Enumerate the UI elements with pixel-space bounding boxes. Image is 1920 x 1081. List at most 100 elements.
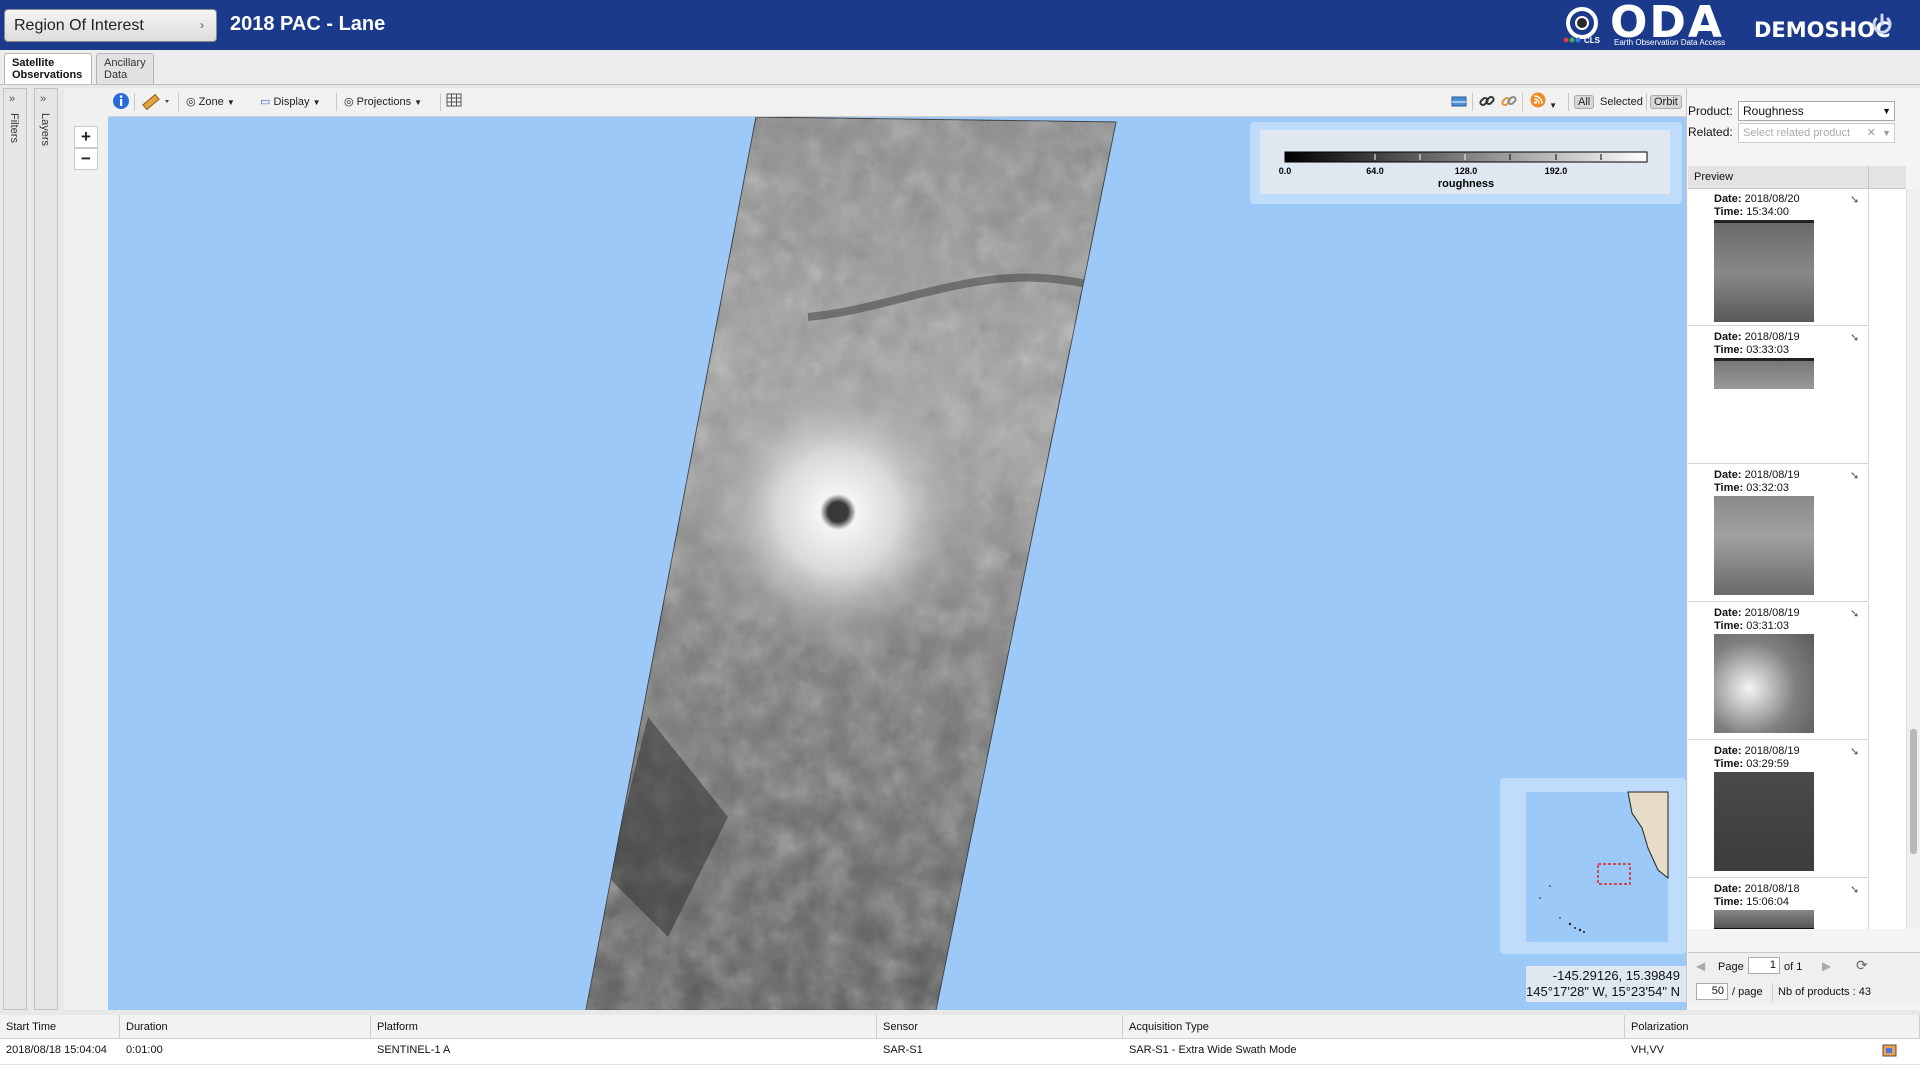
coords-decimal: -145.29126, 15.39849 [1552, 968, 1680, 983]
locate-icon[interactable]: ➘ [1850, 607, 1859, 620]
sar-swath-image [585, 117, 1117, 1010]
locate-icon[interactable]: ➘ [1850, 883, 1859, 896]
satellite-icon[interactable] [1450, 92, 1468, 112]
date-label: Date: [1714, 193, 1742, 205]
refresh-icon[interactable]: ⟳ [1856, 957, 1868, 974]
layers-panel[interactable]: » Layers [34, 88, 58, 1010]
list-item[interactable]: Date: 2018/08/19 Time: 03:31:03 ➘ [1688, 603, 1869, 740]
rss-menu[interactable]: ▼ [1530, 92, 1557, 112]
expand-icon[interactable]: » [40, 93, 46, 105]
preview-thumbnail[interactable] [1714, 358, 1814, 389]
oda-logo-subtitle: Earth Observation Data Access [1614, 38, 1726, 47]
tab-ancillary-data[interactable]: Ancillary Data [96, 53, 154, 84]
list-item[interactable]: Date: 2018/08/19 Time: 03:29:59 ➘ [1688, 741, 1869, 878]
chevron-down-icon: ▼ [1549, 101, 1557, 110]
preview-time: 03:32:03 [1746, 482, 1790, 494]
clear-icon[interactable]: ✕ [1867, 124, 1876, 142]
preview-time: 15:34:00 [1746, 206, 1790, 218]
product-select[interactable]: Roughness ▼ [1738, 101, 1895, 121]
expand-icon[interactable]: » [9, 93, 15, 105]
preview-thumbnail[interactable] [1714, 220, 1814, 322]
measure-icon[interactable] [142, 92, 172, 112]
roi-label: Region Of Interest [14, 17, 144, 34]
oda-logo: ODA Earth Observation Data Access [1608, 0, 1748, 48]
preview-list[interactable]: Date: 2018/08/20 Time: 15:34:00 ➘ Date: 2… [1688, 189, 1906, 929]
zone-menu[interactable]: ◎ Zone ▼ [186, 92, 235, 112]
layers-label: Layers [39, 113, 51, 147]
preview-thumbnail[interactable] [1714, 634, 1814, 733]
tab-satellite-observations[interactable]: Satellite Observations [4, 53, 92, 84]
column-header-acquisition-type[interactable]: Acquisition Type [1123, 1015, 1625, 1039]
preview-date: 2018/08/19 [1744, 745, 1800, 757]
related-product-select[interactable]: Select related product ✕ ▼ [1738, 123, 1895, 143]
column-header-duration[interactable]: Duration [120, 1015, 371, 1039]
preview-column-header[interactable]: Preview [1688, 166, 1906, 189]
related-label: Related: [1688, 125, 1733, 139]
zone-label: Zone [198, 96, 224, 108]
display-menu[interactable]: ▭ Display ▼ [260, 92, 321, 112]
globe-icon: ◎ [344, 96, 354, 108]
preview-thumbnail[interactable] [1714, 910, 1814, 929]
date-label: Date: [1714, 607, 1742, 619]
list-item[interactable]: Date: 2018/08/19 Time: 03:33:03 ➘ [1688, 327, 1869, 464]
legend-tick-label: 128.0 [1455, 166, 1478, 176]
preview-date: 2018/08/20 [1744, 193, 1800, 205]
tab-bar [0, 50, 1920, 85]
page-input[interactable]: 1 [1748, 957, 1780, 974]
column-header-start-time[interactable]: Start Time [0, 1015, 120, 1039]
next-page-icon[interactable]: ▶ [1822, 959, 1831, 973]
preview-thumbnail[interactable] [1714, 772, 1814, 871]
preview-time: 03:31:03 [1746, 620, 1790, 632]
preview-scrollbar[interactable] [1906, 189, 1920, 929]
preview-thumbnail[interactable] [1714, 496, 1814, 595]
link-icon[interactable] [1478, 92, 1496, 112]
scrollbar-thumb[interactable] [1910, 729, 1917, 854]
list-item[interactable]: Date: 2018/08/18 Time: 15:06:04 ➘ [1688, 879, 1869, 929]
per-page-label: / page [1732, 986, 1763, 998]
column-header-sensor[interactable]: Sensor [877, 1015, 1123, 1039]
orbit-button[interactable]: Orbit [1650, 92, 1682, 112]
info-icon[interactable] [112, 92, 130, 112]
unlink-icon[interactable] [1500, 92, 1518, 112]
filter-selected-label: Selected [1600, 96, 1643, 108]
monitor-icon: ▭ [260, 96, 271, 108]
per-page-input[interactable]: 50 [1696, 983, 1728, 1000]
quicklook-icon[interactable] [1882, 1043, 1898, 1062]
list-item[interactable]: Date: 2018/08/20 Time: 15:34:00 ➘ [1688, 189, 1869, 326]
column-header-polarization[interactable]: Polarization [1625, 1015, 1920, 1039]
filters-panel[interactable]: » Filters [3, 88, 27, 1010]
locate-icon[interactable]: ➘ [1850, 469, 1859, 482]
overview-map[interactable] [1500, 778, 1686, 954]
filter-selected-button[interactable]: Selected [1600, 92, 1643, 112]
locate-icon[interactable]: ➘ [1850, 745, 1859, 758]
projections-menu[interactable]: ◎ Projections ▼ [344, 92, 422, 112]
filters-label: Filters [8, 113, 20, 143]
time-label: Time: [1714, 206, 1744, 218]
date-label: Date: [1714, 331, 1742, 343]
list-item[interactable]: Date: 2018/08/19 Time: 03:32:03 ➘ [1688, 465, 1869, 602]
power-icon[interactable] [1870, 13, 1894, 37]
map-canvas[interactable] [108, 117, 1686, 1010]
region-of-interest-button[interactable]: Region Of Interest › [4, 9, 217, 42]
cell-duration: 0:01:00 [126, 1044, 163, 1056]
preview-date: 2018/08/19 [1744, 607, 1800, 619]
previous-page-icon[interactable]: ◀ [1696, 959, 1705, 973]
tab-label-line1: Ancillary [104, 57, 146, 69]
locate-icon[interactable]: ➘ [1850, 193, 1859, 206]
orbit-label: Orbit [1650, 95, 1682, 109]
time-label: Time: [1714, 896, 1744, 908]
column-header-platform[interactable]: Platform [371, 1015, 877, 1039]
zoom-in-button[interactable]: + [74, 126, 98, 148]
grid-icon[interactable] [446, 92, 462, 112]
legend-tick-label: 0.0 [1279, 166, 1292, 176]
locate-icon[interactable]: ➘ [1850, 331, 1859, 344]
display-label: Display [273, 96, 310, 108]
time-label: Time: [1714, 344, 1744, 356]
preview-date: 2018/08/18 [1744, 883, 1800, 895]
projections-label: Projections [356, 96, 412, 108]
zoom-out-button[interactable]: − [74, 148, 98, 170]
filter-all-button[interactable]: All [1574, 92, 1595, 112]
date-label: Date: [1714, 469, 1742, 481]
cursor-coordinates: -145.29126, 15.39849 145°17'28" W, 15°23… [1526, 966, 1686, 1002]
chevron-down-icon: ▼ [1882, 106, 1891, 116]
